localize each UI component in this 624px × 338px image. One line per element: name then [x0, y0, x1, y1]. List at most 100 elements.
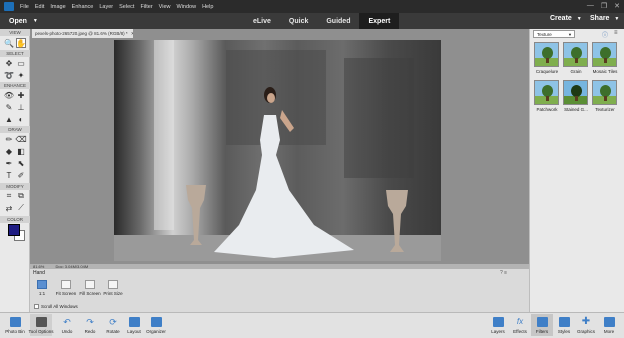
- content-aware-move-icon[interactable]: ⇄: [4, 203, 14, 213]
- filters-button[interactable]: Filters: [531, 314, 553, 336]
- menu-window[interactable]: Window: [177, 4, 197, 10]
- effects-label: Effects: [513, 329, 527, 334]
- info-icon[interactable]: ⓘ: [602, 30, 608, 39]
- menu-select[interactable]: Select: [119, 4, 134, 10]
- photo-bin-label: Photo Bin: [5, 329, 25, 334]
- foreground-color-swatch[interactable]: [8, 224, 20, 236]
- tab-elive[interactable]: eLive: [244, 13, 280, 29]
- layers-button[interactable]: Layers: [487, 317, 509, 334]
- fill-screen-label: Fill Screen: [79, 291, 101, 296]
- document-canvas[interactable]: [114, 40, 441, 261]
- filter-thumb-stained-glass[interactable]: [563, 80, 588, 105]
- menu-layer[interactable]: Layer: [99, 4, 113, 10]
- zoom-tool-icon[interactable]: 🔍: [4, 38, 14, 48]
- create-button[interactable]: Create ▼: [550, 15, 582, 22]
- close-tab-icon[interactable]: ✕: [131, 31, 133, 36]
- fit-screen-icon: [61, 280, 71, 289]
- share-button[interactable]: Share ▼: [590, 15, 619, 22]
- shape-tool-icon[interactable]: ⬉: [16, 158, 26, 168]
- filter-category-select[interactable]: Texture ▼: [533, 30, 575, 38]
- print-size-icon: [108, 280, 118, 289]
- tool-options-title: Hand: [33, 270, 45, 276]
- filter-category-value: Texture: [537, 32, 552, 37]
- eraser-tool-icon[interactable]: ⌫: [15, 134, 26, 144]
- zoom-1-1-button[interactable]: 1:1: [32, 280, 52, 296]
- sponge-tool-icon[interactable]: ◐: [16, 114, 26, 124]
- section-select: SELECT: [0, 50, 30, 57]
- gradient-tool-icon[interactable]: ◧: [16, 146, 26, 156]
- red-eye-tool-icon[interactable]: 👁: [4, 90, 14, 100]
- more-icon: [603, 317, 615, 327]
- layers-icon: [492, 317, 504, 327]
- hand-tool-icon[interactable]: ✋: [16, 38, 26, 48]
- open-button[interactable]: Open ▼: [4, 15, 42, 27]
- paint-bucket-tool-icon[interactable]: ◆: [4, 146, 14, 156]
- straighten-tool-icon[interactable]: ⟋: [16, 203, 26, 213]
- more-button[interactable]: More: [598, 317, 620, 334]
- fit-screen-button[interactable]: Fit Screen: [56, 280, 76, 296]
- rotate-icon: ⟳: [109, 317, 117, 327]
- lasso-tool-icon[interactable]: ➰: [4, 70, 14, 80]
- effects-button[interactable]: fx Effects: [509, 317, 531, 334]
- magic-wand-tool-icon[interactable]: ✦: [16, 70, 26, 80]
- clone-stamp-tool-icon[interactable]: ⊥: [16, 102, 26, 112]
- menu-edit[interactable]: Edit: [35, 4, 44, 10]
- recompose-tool-icon[interactable]: ⧉: [16, 191, 26, 201]
- styles-button[interactable]: Styles: [553, 317, 575, 334]
- filter-thumb-texturizer[interactable]: [592, 80, 617, 105]
- filter-thumb-grain[interactable]: [563, 42, 588, 67]
- panel-menu-icon[interactable]: ≡: [614, 30, 618, 36]
- document-title: pexels-photo-265720.jpeg @ 81.6% (RGB/8)…: [35, 31, 128, 36]
- redo-icon: ↷: [86, 317, 94, 327]
- organizer-icon: [150, 317, 162, 327]
- close-icon[interactable]: ✕: [614, 2, 620, 10]
- tab-guided[interactable]: Guided: [317, 13, 359, 29]
- filter-thumb-patchwork[interactable]: [534, 80, 559, 105]
- rotate-button[interactable]: ⟳ Rotate: [102, 317, 124, 334]
- checkbox-box[interactable]: [34, 304, 39, 309]
- organizer-button[interactable]: Organizer: [145, 317, 167, 334]
- filter-thumb-mosaic-tiles[interactable]: [592, 42, 617, 67]
- menu-file[interactable]: File: [20, 4, 29, 10]
- filter-label: Stained G...: [564, 107, 588, 112]
- tools-panel: VIEW 🔍 ✋ SELECT ✥ ▭ ➰ ✦ ENHANCE 👁 ✚ ✎ ⊥ …: [0, 29, 30, 312]
- photo-bin-button[interactable]: Photo Bin: [4, 317, 26, 334]
- tool-options-button[interactable]: Tool Options: [29, 314, 54, 336]
- menu-enhance[interactable]: Enhance: [72, 4, 94, 10]
- one-to-one-icon: [37, 280, 47, 289]
- help-icon[interactable]: ? ≡: [500, 270, 507, 276]
- menu-bar: File Edit Image Enhance Layer Select Fil…: [0, 0, 624, 13]
- blur-tool-icon[interactable]: ▲: [4, 114, 14, 124]
- section-draw: DRAW: [0, 126, 30, 133]
- layout-button[interactable]: Layout: [123, 317, 145, 334]
- minimize-icon[interactable]: —: [587, 2, 594, 10]
- menu-view[interactable]: View: [159, 4, 171, 10]
- pillar: [154, 40, 174, 230]
- redo-button[interactable]: ↷ Redo: [79, 317, 101, 334]
- graphics-button[interactable]: ✚ Graphics: [575, 317, 597, 335]
- undo-button[interactable]: ↶ Undo: [56, 317, 78, 334]
- type-tool-icon[interactable]: T: [4, 170, 14, 180]
- document-tab[interactable]: pexels-photo-265720.jpeg @ 81.6% (RGB/8)…: [32, 29, 133, 38]
- menu-image[interactable]: Image: [50, 4, 65, 10]
- brush-tool-icon[interactable]: ✏: [4, 134, 14, 144]
- tab-quick[interactable]: Quick: [280, 13, 317, 29]
- filter-thumb-craquelure[interactable]: [534, 42, 559, 67]
- restore-icon[interactable]: ❐: [601, 2, 607, 10]
- pencil-tool-icon[interactable]: ✐: [16, 170, 26, 180]
- tab-expert[interactable]: Expert: [359, 13, 400, 29]
- canvas-workspace: pexels-photo-265720.jpeg @ 81.6% (RGB/8)…: [30, 29, 529, 269]
- scroll-all-checkbox[interactable]: Scroll All Windows: [34, 304, 78, 309]
- marquee-tool-icon[interactable]: ▭: [16, 58, 26, 68]
- smart-brush-tool-icon[interactable]: ✎: [4, 102, 14, 112]
- move-tool-icon[interactable]: ✥: [4, 58, 14, 68]
- print-size-button[interactable]: Print Size: [103, 280, 123, 296]
- eyedropper-tool-icon[interactable]: ✒: [4, 158, 14, 168]
- layout-icon: [128, 317, 140, 327]
- crop-tool-icon[interactable]: ⌗: [4, 191, 14, 201]
- section-color: COLOR: [0, 216, 30, 223]
- spot-healing-tool-icon[interactable]: ✚: [16, 90, 26, 100]
- fill-screen-button[interactable]: Fill Screen: [79, 280, 101, 296]
- menu-help[interactable]: Help: [202, 4, 213, 10]
- menu-filter[interactable]: Filter: [140, 4, 152, 10]
